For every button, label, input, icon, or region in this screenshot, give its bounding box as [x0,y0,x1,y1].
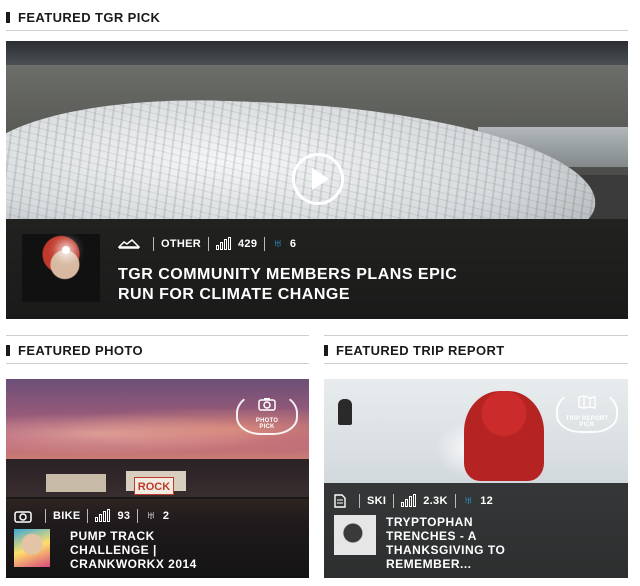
badge-label: PHOTO PICK [236,418,298,430]
photo-sign: ROCK [134,477,174,495]
bar-chart-icon [401,494,417,507]
badge-label: TRIP REPORT PICK [556,416,618,428]
like-count: 2 [162,509,170,522]
trip-rider [464,391,544,481]
bar-chart-icon [216,237,232,250]
bar-chart-icon [95,509,111,522]
heading-rule [324,363,628,364]
heading-marker [324,344,328,356]
heading-rule [6,363,309,364]
photo-pick-badge: PHOTO PICK [236,391,298,435]
title-line: RUN FOR CLIMATE CHANGE [118,286,351,303]
title-line: PUMP TRACK [70,529,155,543]
title-line: REMEMBER... [386,557,472,571]
heading-marker [6,11,10,23]
like-count: 6 [289,237,297,250]
meta-divider [153,236,154,251]
meta-divider [208,236,209,251]
view-count: 429 [238,237,258,250]
category-label[interactable]: BIKE [53,510,80,522]
document-icon [334,493,346,508]
featured-trip-title[interactable]: TRYPTOPHAN TRENCHES - A THANKSGIVING TO … [386,515,505,571]
view-count: 2.3K [423,494,448,507]
category-label[interactable]: SKI [367,495,386,507]
meta-divider [454,493,456,508]
category-label[interactable]: OTHER [161,238,201,250]
other-category-icon [118,238,140,250]
heading-rule [6,335,309,336]
title-line: CRANKWORKX 2014 [70,557,197,571]
play-icon[interactable] [292,153,344,205]
featured-photo-heading-text: FEATURED PHOTO [18,342,144,358]
heading-rule [6,30,628,31]
featured-trip-heading-text: FEATURED TRIP REPORT [336,342,505,358]
avatar[interactable] [14,529,50,567]
like-count: 12 [480,494,494,507]
claw-icon[interactable]: ♅ [463,492,475,509]
camera-icon [14,509,32,523]
featured-trip-card[interactable]: TRIP REPORT PICK SKI 2.3K ♅ 12 TRYPTOPHA… [324,379,628,578]
trip-report-pick-badge: TRIP REPORT PICK [556,389,618,433]
avatar[interactable] [22,234,100,302]
featured-photo-heading: FEATURED PHOTO [6,340,143,360]
badge-label-line: PICK [579,422,595,428]
featured-trip-heading: FEATURED TRIP REPORT [324,340,505,360]
photo-barrier [46,474,106,492]
view-count: 93 [117,509,131,522]
meta-divider [87,508,89,523]
title-line: THANKSGIVING TO [386,543,506,557]
heading-rule [324,335,628,336]
meta-divider [393,493,395,508]
claw-icon[interactable]: ♅ [272,235,284,252]
badge-label-line: PICK [259,424,275,430]
claw-icon[interactable]: ♅ [145,507,157,524]
featured-photo-title[interactable]: PUMP TRACK CHALLENGE | CRANKWORKX 2014 [70,529,197,571]
title-line: TGR COMMUNITY MEMBERS PLANS EPIC [118,266,458,283]
featured-photo-meta: BIKE 93 ♅ 2 [14,507,169,524]
trip-figure [338,399,352,425]
heading-marker [6,344,10,356]
featured-pick-title[interactable]: TGR COMMUNITY MEMBERS PLANS EPIC RUN FOR… [118,265,457,305]
avatar[interactable] [334,515,376,555]
title-line: TRYPTOPHAN [386,515,474,529]
map-icon [556,395,618,414]
featured-trip-meta: SKI 2.3K ♅ 12 [334,492,493,509]
camera-icon [236,397,298,416]
meta-divider [137,508,139,523]
featured-pick-heading-text: FEATURED TGR PICK [18,9,161,25]
featured-pick-card[interactable]: OTHER 429 ♅ 6 TGR COMMUNITY MEMBERS PLAN… [6,41,628,319]
featured-pick-heading: FEATURED TGR PICK [6,7,160,27]
meta-divider [45,508,46,523]
title-line: TRENCHES - A [386,529,477,543]
title-line: CHALLENGE | [70,543,157,557]
featured-pick-meta: OTHER 429 ♅ 6 [118,235,296,252]
featured-photo-card[interactable]: ROCK PHOTO PICK BIKE 93 ♅ 2 PUMP TRACK C… [6,379,309,578]
meta-divider [264,236,266,251]
meta-divider [359,493,360,508]
